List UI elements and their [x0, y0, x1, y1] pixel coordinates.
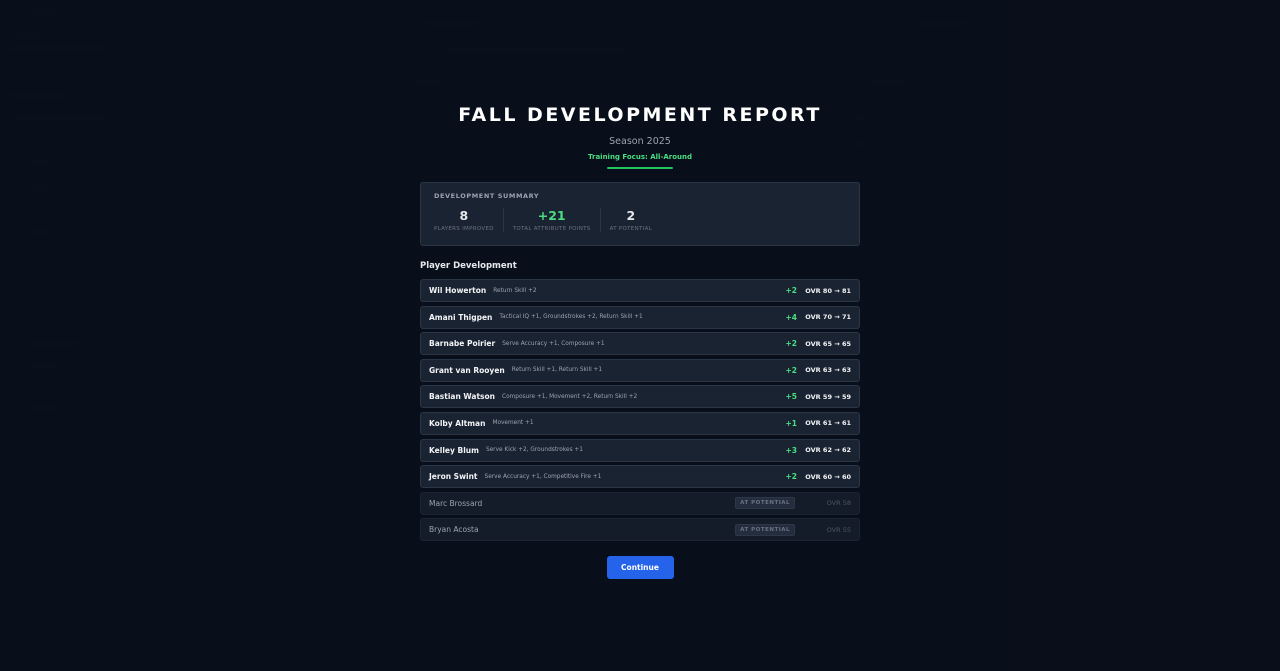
player-name: Amani Thigpen: [429, 312, 493, 322]
development-summary-card: DEVELOPMENT SUMMARY 8 PLAYERS IMPROVED +…: [420, 182, 860, 246]
season-label: Season 2025: [609, 136, 671, 147]
player-row-barnabe-poirier[interactable]: Barnabe Poirier Serve Accuracy +1, Compo…: [420, 332, 860, 356]
player-row-bastian-watson[interactable]: Bastian Watson Composure +1, Movement +2…: [420, 385, 860, 409]
stat-value: 8: [459, 208, 469, 223]
ovr-value: OVR 58: [826, 499, 851, 508]
report-title: FALL DEVELOPMENT REPORT: [458, 104, 822, 126]
focus-underline: [607, 167, 673, 169]
ovr-change: OVR 61 → 61: [805, 419, 851, 428]
player-row-wil-howerton[interactable]: Wil Howerton Return Skill +2 +2 OVR 80 →…: [420, 279, 860, 302]
player-name: Bryan Acosta: [429, 525, 479, 535]
attribute-delta: +2: [785, 339, 797, 349]
stat-value: +21: [537, 208, 566, 223]
attribute-changes: Return Skill +2: [493, 287, 537, 294]
at-potential-badge: AT POTENTIAL: [735, 497, 795, 510]
attribute-changes: Return Skill +1, Return Skill +1: [511, 367, 603, 374]
attribute-changes: Serve Accuracy +1, Composure +1: [502, 340, 605, 347]
stat-total-attribute-points: +21 TOTAL ATTRIBUTE POINTS: [502, 208, 600, 232]
player-name: Wil Howerton: [429, 286, 487, 295]
summary-title: DEVELOPMENT SUMMARY: [434, 192, 540, 200]
attribute-changes: Tactical IQ +1, Groundstrokes +2, Return…: [499, 314, 643, 321]
player-development-title: Player Development: [420, 261, 517, 271]
ovr-change: OVR 65 → 65: [805, 339, 851, 348]
attribute-delta: +2: [785, 365, 797, 375]
development-report: FALL DEVELOPMENT REPORT Season 2025 Trai…: [420, 96, 860, 580]
player-name: Grant van Rooyen: [429, 365, 505, 375]
attribute-changes: Serve Accuracy +1, Competitive Fire +1: [484, 473, 602, 480]
player-row-amani-thigpen[interactable]: Amani Thigpen Tactical IQ +1, Groundstro…: [420, 305, 860, 329]
stat-at-potential: 2 AT POTENTIAL: [599, 208, 661, 232]
attribute-delta: +2: [785, 286, 797, 295]
attribute-delta: +4: [785, 312, 797, 322]
stat-players-improved: 8 PLAYERS IMPROVED: [434, 208, 503, 232]
player-name: Bastian Watson: [429, 392, 496, 402]
player-row-marc-brossard[interactable]: Marc Brossard AT POTENTIAL OVR 58: [420, 491, 860, 515]
attribute-changes: Serve Kick +2, Groundstrokes +1: [485, 447, 583, 454]
attribute-delta: +2: [785, 472, 797, 482]
player-row-kolby-altman[interactable]: Kolby Altman Movement +1 +1 OVR 61 → 61: [420, 411, 860, 435]
player-name: Kolby Altman: [429, 418, 486, 428]
player-row-jeron-swint[interactable]: Jeron Swint Serve Accuracy +1, Competiti…: [420, 465, 860, 489]
player-development-list: Wil Howerton Return Skill +2 +2 OVR 80 →…: [420, 279, 860, 542]
ovr-change: OVR 59 → 59: [805, 392, 851, 401]
ovr-change: OVR 63 → 63: [805, 366, 851, 375]
ovr-change: OVR 60 → 60: [805, 472, 851, 481]
continue-button[interactable]: Continue: [606, 556, 674, 580]
attribute-delta: +3: [785, 445, 797, 455]
player-name: Kelley Blum: [429, 445, 479, 455]
player-name: Marc Brossard: [429, 498, 483, 508]
stat-label: PLAYERS IMPROVED: [434, 226, 494, 232]
summary-stats: 8 PLAYERS IMPROVED +21 TOTAL ATTRIBUTE P…: [434, 208, 846, 232]
player-row-kelley-blum[interactable]: Kelley Blum Serve Kick +2, Groundstrokes…: [420, 438, 860, 462]
attribute-delta: +5: [785, 392, 797, 402]
player-name: Jeron Swint: [429, 472, 478, 482]
ovr-change: OVR 80 → 81: [805, 286, 851, 295]
stat-label: TOTAL ATTRIBUTE POINTS: [512, 226, 591, 232]
ovr-value: OVR 55: [826, 525, 851, 534]
player-row-bryan-acosta[interactable]: Bryan Acosta AT POTENTIAL OVR 55: [420, 518, 860, 542]
player-name: Barnabe Poirier: [429, 339, 496, 349]
at-potential-badge: AT POTENTIAL: [735, 523, 795, 536]
attribute-changes: Movement +1: [492, 420, 534, 427]
stat-value: 2: [626, 208, 636, 223]
attribute-delta: +1: [785, 418, 797, 428]
attribute-changes: Composure +1, Movement +2, Return Skill …: [502, 393, 638, 400]
player-row-grant-van-rooyen[interactable]: Grant van Rooyen Return Skill +1, Return…: [420, 358, 860, 382]
stat-label: AT POTENTIAL: [609, 226, 653, 232]
training-focus: Training Focus: All-Around: [587, 153, 692, 161]
ovr-change: OVR 62 → 62: [805, 446, 851, 455]
ovr-change: OVR 70 → 71: [805, 313, 851, 322]
